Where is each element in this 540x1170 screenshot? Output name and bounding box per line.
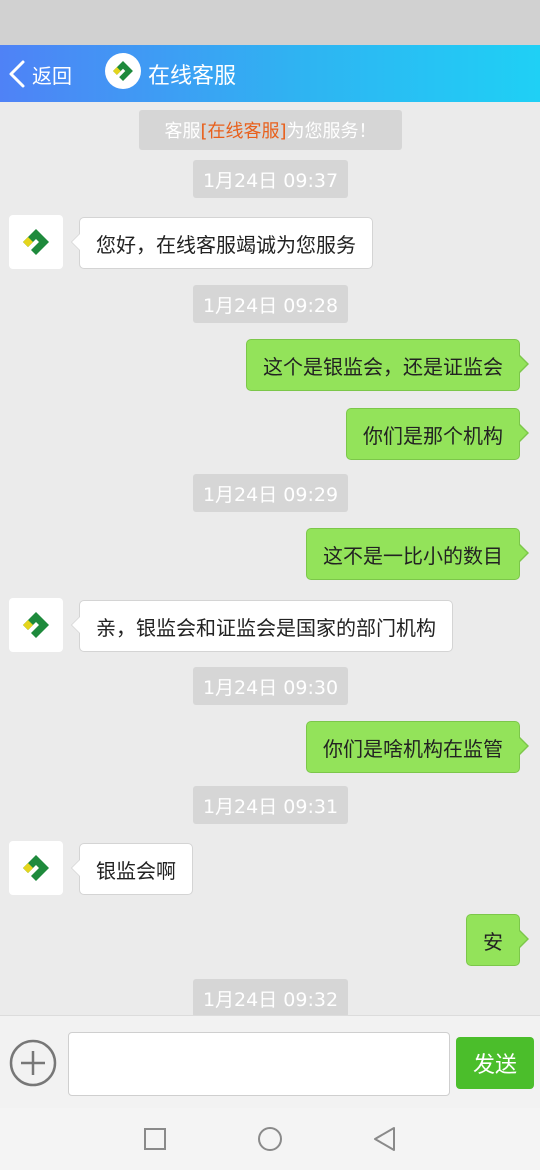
outgoing-message[interactable]: 你们是啥机构在监管 bbox=[306, 721, 529, 773]
system-nav-bar bbox=[0, 1108, 540, 1170]
plus-circle-icon[interactable] bbox=[8, 1038, 58, 1088]
company-logo-icon bbox=[23, 612, 49, 638]
header: 返回 在线客服 bbox=[0, 45, 540, 102]
message-input[interactable] bbox=[68, 1032, 450, 1096]
composer-bar: 发送 bbox=[0, 1015, 540, 1108]
notice-suffix: 为您服务！ bbox=[286, 121, 377, 142]
circle-icon[interactable] bbox=[257, 1126, 283, 1152]
notice-agent-name: [在线客服] bbox=[200, 121, 287, 142]
incoming-message[interactable]: 您好，在线客服竭诚为您服务 bbox=[71, 217, 373, 269]
service-notice: 客服 [在线客服] 为您服务！ bbox=[139, 110, 402, 150]
outgoing-message[interactable]: 这不是一比小的数目 bbox=[306, 528, 529, 580]
agent-avatar bbox=[9, 215, 63, 269]
agent-avatar bbox=[9, 598, 63, 652]
outgoing-message[interactable]: 你们是那个机构 bbox=[346, 408, 529, 460]
page-title: 在线客服 bbox=[148, 64, 237, 89]
chat-area[interactable]: 客服 [在线客服] 为您服务！ 1月24日 09:37 您好，在线客服竭诚为您服务 … bbox=[0, 102, 540, 1015]
timestamp: 1月24日 09:32 bbox=[193, 979, 348, 1015]
timestamp: 1月24日 09:29 bbox=[193, 474, 348, 512]
notice-prefix: 客服 bbox=[164, 121, 201, 142]
chevron-left-icon bbox=[9, 60, 25, 88]
outgoing-message[interactable]: 这个是银监会，还是证监会 bbox=[246, 339, 529, 391]
send-button[interactable]: 发送 bbox=[456, 1037, 534, 1089]
status-bar bbox=[0, 0, 540, 45]
incoming-message[interactable]: 亲，银监会和证监会是国家的部门机构 bbox=[71, 600, 453, 652]
square-icon[interactable] bbox=[142, 1126, 168, 1152]
back-label: 返回 bbox=[32, 63, 72, 88]
agent-avatar bbox=[9, 841, 63, 895]
timestamp: 1月24日 09:31 bbox=[193, 786, 348, 824]
company-logo-icon bbox=[23, 229, 49, 255]
company-logo-icon bbox=[105, 53, 141, 89]
timestamp: 1月24日 09:37 bbox=[193, 160, 348, 198]
triangle-back-icon[interactable] bbox=[372, 1126, 398, 1152]
outgoing-message[interactable]: 安 bbox=[466, 914, 529, 966]
incoming-message[interactable]: 银监会啊 bbox=[71, 843, 193, 895]
back-button[interactable]: 返回 bbox=[6, 55, 86, 93]
timestamp: 1月24日 09:28 bbox=[193, 285, 348, 323]
company-logo-icon bbox=[23, 855, 49, 881]
timestamp: 1月24日 09:30 bbox=[193, 667, 348, 705]
